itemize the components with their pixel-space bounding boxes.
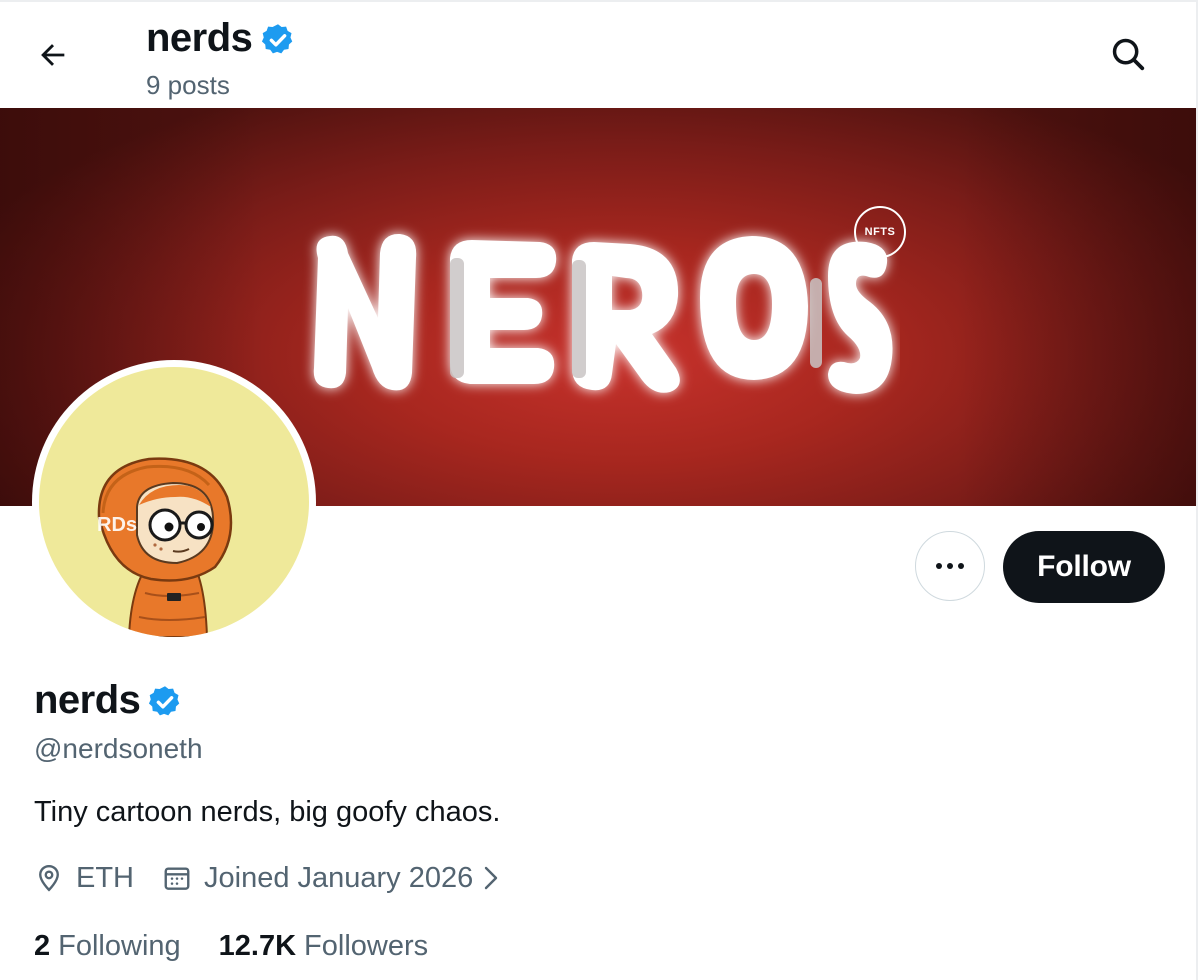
followers-link[interactable]: 12.7K Followers <box>219 928 428 964</box>
calendar-icon <box>162 863 192 893</box>
avatar-image: RDs <box>39 367 309 637</box>
verified-badge-icon <box>262 24 293 54</box>
verified-badge-icon[interactable] <box>147 684 183 720</box>
hood-logo-text: RDs <box>97 514 137 536</box>
profile-meta: ETH Joined January 2026 <box>34 858 501 898</box>
header-title: nerds <box>146 16 253 60</box>
following-link[interactable]: 2 Following <box>34 928 181 964</box>
avatar-illustration: RDs <box>97 457 233 637</box>
location-text: ETH <box>76 862 134 894</box>
following-label: Following <box>58 930 181 962</box>
search-icon <box>1112 38 1145 71</box>
follow-button[interactable]: Follow <box>1003 531 1165 603</box>
profile-header: nerds 9 posts <box>0 0 1198 108</box>
search-button[interactable] <box>1098 24 1158 84</box>
display-name: nerds <box>34 678 141 722</box>
joined-item[interactable]: Joined January 2026 <box>162 858 501 898</box>
arrow-left-icon <box>41 44 65 66</box>
chevron-right-icon <box>481 864 501 892</box>
followers-count: 12.7K <box>218 930 297 962</box>
avatar[interactable]: RDs <box>32 360 316 644</box>
user-handle: @nerdsoneth <box>34 733 203 764</box>
follow-stats: 2 Following 12.7K Followers <box>34 928 428 964</box>
followers-label: Followers <box>304 930 429 962</box>
back-button[interactable] <box>24 26 82 84</box>
more-dots-icon <box>936 563 964 569</box>
banner-logo <box>313 233 893 394</box>
header-title-row: nerds <box>146 14 296 62</box>
location-item: ETH <box>34 858 134 898</box>
more-button[interactable] <box>915 531 985 601</box>
joined-text: Joined January 2026 <box>204 862 474 894</box>
nfts-badge: NFTS <box>854 206 906 258</box>
location-pin-icon <box>34 863 64 893</box>
following-count: 2 <box>34 930 51 962</box>
post-count: 9 posts <box>146 70 230 100</box>
display-name-row: nerds <box>34 676 183 724</box>
profile-bio: Tiny cartoon nerds, big goofy chaos. <box>34 796 501 828</box>
